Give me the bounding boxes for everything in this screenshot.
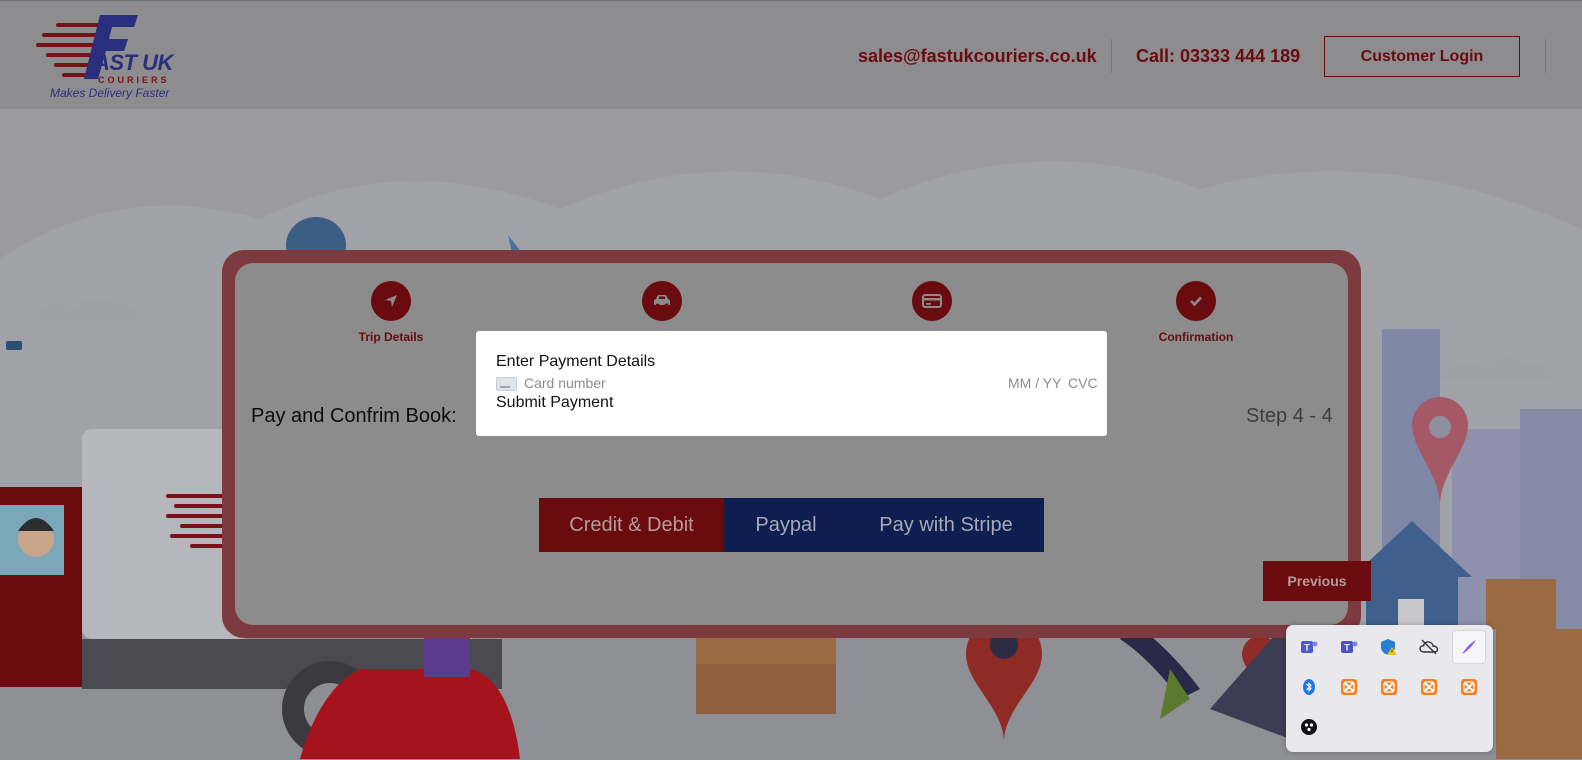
- logo-brand-text: AST UK: [94, 50, 173, 75]
- logo-couriers-text: COURIERS: [98, 75, 170, 85]
- step-payment[interactable]: [872, 281, 992, 330]
- tab-credit-debit[interactable]: Credit & Debit: [539, 498, 724, 552]
- tab-paypal[interactable]: Paypal: [724, 498, 848, 552]
- header-divider: [1545, 39, 1546, 73]
- company-logo[interactable]: AST UK COURIERS Makes Delivery Faster: [36, 13, 176, 101]
- tab-pay-with-stripe[interactable]: Pay with Stripe: [848, 498, 1044, 552]
- card-brand-icon: [496, 377, 517, 391]
- pen-icon[interactable]: [1452, 630, 1486, 664]
- xampp-icon[interactable]: [1332, 670, 1366, 704]
- step-label: Confirmation: [1158, 330, 1234, 344]
- payment-modal: Enter Payment Details Card number MM / Y…: [476, 331, 1107, 436]
- svg-text:T: T: [1344, 643, 1350, 653]
- logo-tagline: Makes Delivery Faster: [50, 86, 170, 100]
- submit-payment-button[interactable]: Submit Payment: [496, 394, 613, 412]
- header-email-link[interactable]: sales@fastukcouriers.co.uk: [858, 46, 1097, 67]
- header-phone-link[interactable]: Call: 03333 444 189: [1136, 46, 1300, 67]
- step-counter: Step 4 - 4: [1246, 405, 1333, 427]
- xampp-icon[interactable]: [1452, 670, 1486, 704]
- onedrive-offline-icon[interactable]: [1412, 630, 1446, 664]
- teams-icon[interactable]: T: [1292, 630, 1326, 664]
- credit-card-icon: [912, 281, 952, 321]
- card-expiry-input[interactable]: MM / YY: [1008, 375, 1061, 391]
- teams-icon[interactable]: T: [1332, 630, 1366, 664]
- payment-method-tabs: Credit & Debit Paypal Pay with Stripe: [539, 498, 1044, 552]
- svg-text:T: T: [1304, 643, 1310, 653]
- step-label: Trip Details: [358, 330, 424, 344]
- step-confirmation[interactable]: Confirmation: [1136, 281, 1256, 344]
- previous-button[interactable]: Previous: [1263, 561, 1371, 601]
- pay-confirm-title: Pay and Confrim Book:: [251, 405, 457, 427]
- app-icon[interactable]: [1292, 710, 1326, 744]
- car-icon: [642, 281, 682, 321]
- xampp-icon[interactable]: [1372, 670, 1406, 704]
- bluetooth-icon[interactable]: [1292, 670, 1326, 704]
- card-cvc-input[interactable]: CVC: [1068, 375, 1098, 391]
- xampp-icon[interactable]: [1412, 670, 1446, 704]
- card-number-input[interactable]: Card number: [524, 375, 606, 391]
- site-header: AST UK COURIERS Makes Delivery Faster sa…: [0, 0, 1582, 109]
- step-vehicle[interactable]: [602, 281, 722, 330]
- defender-warning-icon[interactable]: [1372, 630, 1406, 664]
- modal-title: Enter Payment Details: [496, 353, 656, 370]
- system-tray-overflow: T T: [1286, 625, 1493, 752]
- step-trip-details[interactable]: Trip Details: [331, 281, 451, 344]
- card-input-row[interactable]: Card number MM / YY CVC: [496, 375, 1098, 393]
- customer-login-button[interactable]: Customer Login: [1324, 36, 1520, 77]
- header-divider: [1111, 39, 1112, 73]
- check-icon: [1176, 281, 1216, 321]
- location-arrow-icon: [371, 281, 411, 321]
